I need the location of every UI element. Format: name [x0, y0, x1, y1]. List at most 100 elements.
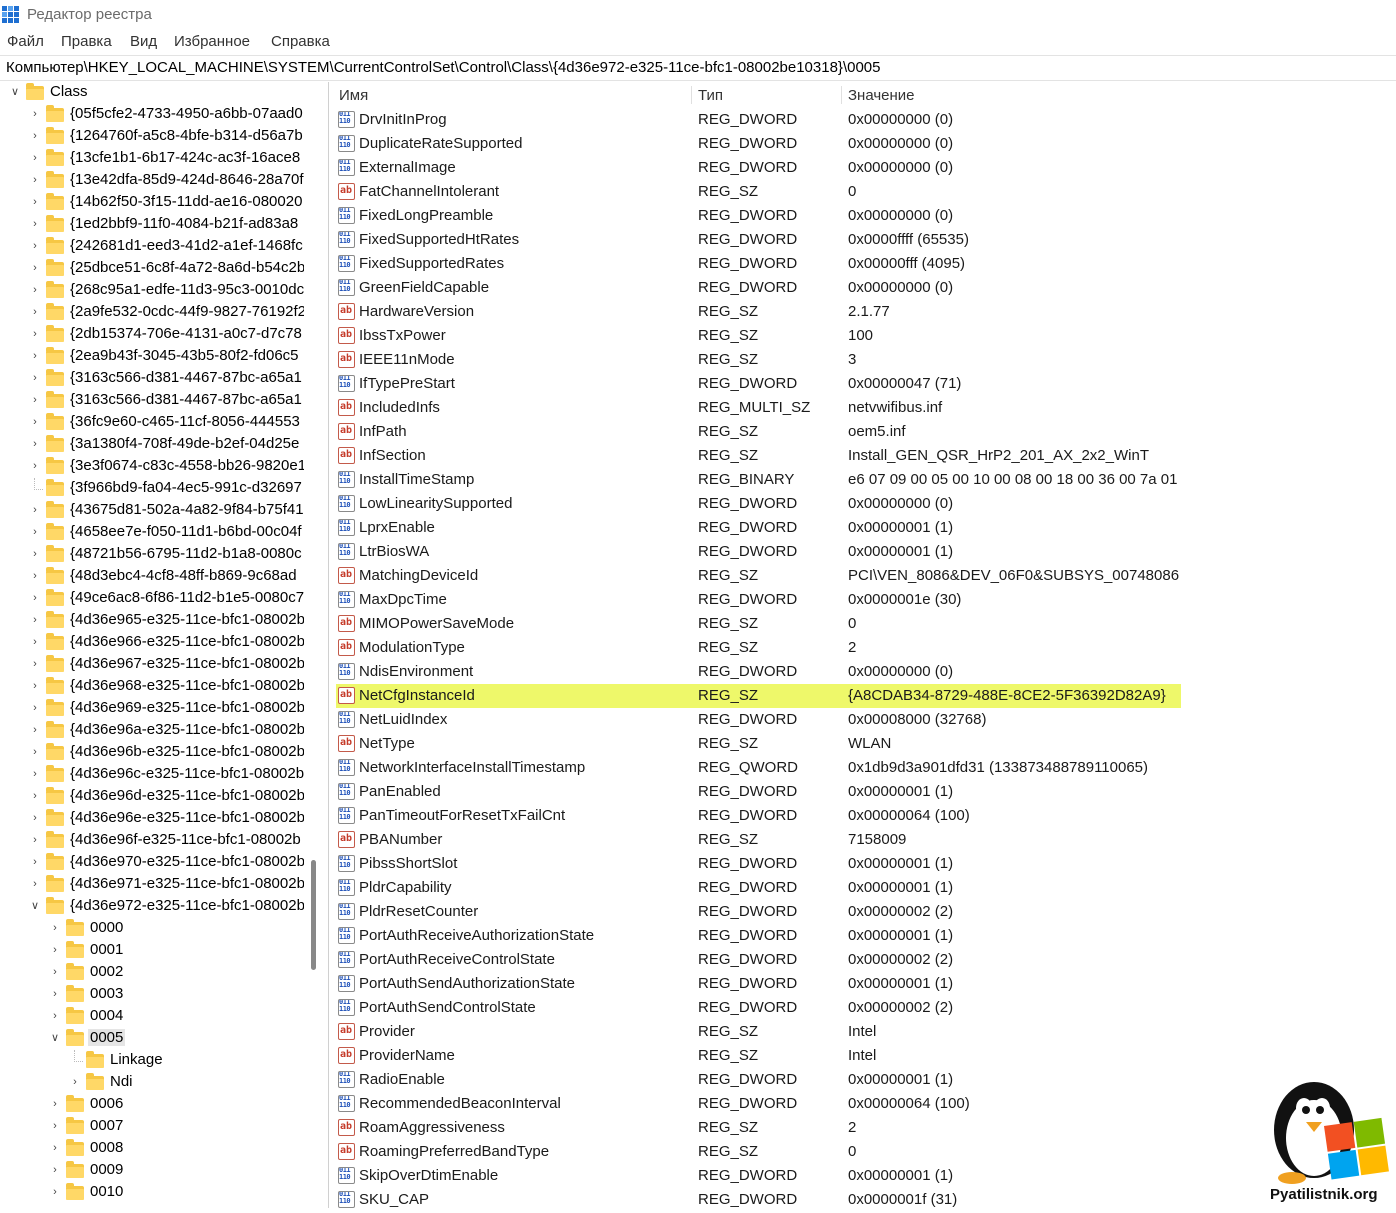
value-row[interactable]: 011 110 NdisEnvironment REG_DWORD 0x0000000…: [330, 660, 1396, 684]
key-tree[interactable]: ∨ Class › {05f5cfe2-4733-4950-a6bb-07aad0 › {…: [0, 82, 304, 1208]
value-row[interactable]: ab ProviderName REG_SZ Intel: [330, 1044, 1396, 1068]
tree-item-label[interactable]: 0010: [88, 1183, 125, 1200]
tree-item-label[interactable]: {25dbce51-6c8f-4a72-8a6d-b54c2b: [68, 259, 304, 276]
value-row[interactable]: 011 110 LowLinearitySupported REG_DWORD 0x0…: [330, 492, 1396, 516]
tree-item-class-guid[interactable]: › {25dbce51-6c8f-4a72-8a6d-b54c2b: [0, 258, 304, 280]
tree-item-class-guid[interactable]: › {4d36e966-e325-11ce-bfc1-08002b: [0, 632, 304, 654]
pane-divider[interactable]: [328, 82, 329, 1208]
chevron-right-icon[interactable]: ›: [28, 129, 42, 143]
tree-item-label[interactable]: {3f966bd9-fa04-4ec5-991c-d32697: [68, 479, 304, 496]
chevron-right-icon[interactable]: ›: [28, 745, 42, 759]
value-row[interactable]: 011 110 PanEnabled REG_DWORD 0x00000001 (1): [330, 780, 1396, 804]
value-row[interactable]: 011 110 PldrCapability REG_DWORD 0x00000001…: [330, 876, 1396, 900]
tree-item-label[interactable]: {13e42dfa-85d9-424d-8646-28a70f: [68, 171, 304, 188]
chevron-right-icon[interactable]: ›: [28, 349, 42, 363]
tree-item-label[interactable]: {4d36e96d-e325-11ce-bfc1-08002b: [68, 787, 304, 804]
chevron-right-icon[interactable]: ›: [48, 921, 62, 935]
chevron-right-icon[interactable]: ›: [48, 1097, 62, 1111]
tree-item-label[interactable]: {13cfe1b1-6b17-424c-ac3f-16ace8: [68, 149, 302, 166]
value-row[interactable]: 011 110 LprxEnable REG_DWORD 0x00000001 (1): [330, 516, 1396, 540]
chevron-right-icon[interactable]: ›: [48, 1009, 62, 1023]
tree-item-ndi[interactable]: › Ndi: [0, 1072, 304, 1094]
tree-item-label[interactable]: {4d36e972-e325-11ce-bfc1-08002b: [68, 897, 304, 914]
chevron-right-icon[interactable]: ›: [28, 503, 42, 517]
value-row[interactable]: 011 110 MaxDpcTime REG_DWORD 0x0000001e (30…: [330, 588, 1396, 612]
tree-item-label[interactable]: 0003: [88, 985, 125, 1002]
value-row[interactable]: ab NetType REG_SZ WLAN: [330, 732, 1396, 756]
chevron-right-icon[interactable]: ›: [28, 679, 42, 693]
tree-item-label[interactable]: {4658ee7e-f050-11d1-b6bd-00c04f: [68, 523, 304, 540]
tree-item-label[interactable]: 0000: [88, 919, 125, 936]
tree-item-label[interactable]: {4d36e967-e325-11ce-bfc1-08002b: [68, 655, 304, 672]
tree-item-label[interactable]: 0002: [88, 963, 125, 980]
chevron-right-icon[interactable]: ›: [28, 371, 42, 385]
chevron-right-icon[interactable]: ›: [28, 239, 42, 253]
tree-item-class-guid[interactable]: › {4d36e96a-e325-11ce-bfc1-08002b: [0, 720, 304, 742]
tree-item-label[interactable]: 0001: [88, 941, 125, 958]
tree-item-subkey-0000[interactable]: › 0000: [0, 918, 304, 940]
tree-item-label[interactable]: 0004: [88, 1007, 125, 1024]
tree-item-class-guid[interactable]: › {1264760f-a5c8-4bfe-b314-d56a7b: [0, 126, 304, 148]
tree-item-label[interactable]: {48721b56-6795-11d2-b1a8-0080c: [68, 545, 304, 562]
tree-scrollbar[interactable]: [304, 82, 330, 1208]
value-row[interactable]: 011 110 PortAuthSendControlState REG_DWORD…: [330, 996, 1396, 1020]
tree-item-label[interactable]: {49ce6ac8-6f86-11d2-b1e5-0080c7: [68, 589, 304, 606]
tree-item-class-guid[interactable]: › {2ea9b43f-3045-43b5-80f2-fd06c5: [0, 346, 304, 368]
tree-item-subkey-0010[interactable]: › 0010: [0, 1182, 304, 1204]
value-row[interactable]: 011 110 SkipOverDtimEnable REG_DWORD 0x0000…: [330, 1164, 1396, 1188]
tree-item-class-guid[interactable]: › {268c95a1-edfe-11d3-95c3-0010dc: [0, 280, 304, 302]
tree-item-class-guid[interactable]: › {4d36e96f-e325-11ce-bfc1-08002b: [0, 830, 304, 852]
tree-item-label[interactable]: {14b62f50-3f15-11dd-ae16-080020: [68, 193, 304, 210]
chevron-down-icon[interactable]: ∨: [28, 899, 42, 913]
tree-item-subkey-0002[interactable]: › 0002: [0, 962, 304, 984]
value-row[interactable]: ab PBANumber REG_SZ 7158009: [330, 828, 1396, 852]
tree-item-class-guid[interactable]: ∨ {4d36e972-e325-11ce-bfc1-08002b: [0, 896, 304, 918]
tree-item-subkey-0006[interactable]: › 0006: [0, 1094, 304, 1116]
tree-item-class-guid[interactable]: › {4d36e967-e325-11ce-bfc1-08002b: [0, 654, 304, 676]
chevron-right-icon[interactable]: ›: [28, 151, 42, 165]
chevron-right-icon[interactable]: ›: [28, 613, 42, 627]
tree-item-class-guid[interactable]: › {3163c566-d381-4467-87bc-a65a1: [0, 390, 304, 412]
value-row[interactable]: 011 110 FixedSupportedHtRates REG_DWORD 0x0…: [330, 228, 1396, 252]
tree-item-label[interactable]: {4d36e965-e325-11ce-bfc1-08002b: [68, 611, 304, 628]
tree-item-label[interactable]: {2ea9b43f-3045-43b5-80f2-fd06c5: [68, 347, 301, 364]
tree-item-class-guid[interactable]: › {36fc9e60-c465-11cf-8056-444553: [0, 412, 304, 434]
chevron-right-icon[interactable]: ›: [28, 525, 42, 539]
value-row[interactable]: ab NetCfgInstanceId REG_SZ {A8CDAB34-8729-4…: [330, 684, 1396, 708]
chevron-right-icon[interactable]: ›: [68, 1075, 82, 1089]
tree-item-class-guid[interactable]: › {2a9fe532-0cdc-44f9-9827-76192f2: [0, 302, 304, 324]
chevron-right-icon[interactable]: ›: [48, 1185, 62, 1199]
chevron-down-icon[interactable]: ∨: [8, 85, 22, 99]
tree-item-label[interactable]: 0008: [88, 1139, 125, 1156]
chevron-right-icon[interactable]: ›: [28, 415, 42, 429]
value-row[interactable]: 011 110 DrvInitInProg REG_DWORD 0x00000000 …: [330, 108, 1396, 132]
value-row[interactable]: ab InfPath REG_SZ oem5.inf: [330, 420, 1396, 444]
value-row[interactable]: 011 110 PldrResetCounter REG_DWORD 0x000000…: [330, 900, 1396, 924]
value-row[interactable]: 011 110 FixedLongPreamble REG_DWORD 0x00000…: [330, 204, 1396, 228]
tree-item-label[interactable]: {4d36e96e-e325-11ce-bfc1-08002b: [68, 809, 304, 826]
chevron-right-icon[interactable]: ›: [28, 855, 42, 869]
chevron-down-icon[interactable]: ∨: [48, 1031, 62, 1045]
value-row[interactable]: 011 110 RecommendedBeaconInterval REG_DWOR…: [330, 1092, 1396, 1116]
chevron-right-icon[interactable]: ›: [28, 833, 42, 847]
value-row[interactable]: 011 110 RadioEnable REG_DWORD 0x00000001 (1…: [330, 1068, 1396, 1092]
value-row[interactable]: 011 110 NetworkInterfaceInstallTimestamp R…: [330, 756, 1396, 780]
tree-item-class-guid[interactable]: › {13e42dfa-85d9-424d-8646-28a70f: [0, 170, 304, 192]
chevron-right-icon[interactable]: ›: [28, 107, 42, 121]
value-row[interactable]: 011 110 DuplicateRateSupported REG_DWORD 0x…: [330, 132, 1396, 156]
value-row[interactable]: ab RoamAggressiveness REG_SZ 2: [330, 1116, 1396, 1140]
tree-item-label[interactable]: {3163c566-d381-4467-87bc-a65a1: [68, 369, 304, 386]
chevron-right-icon[interactable]: ›: [28, 591, 42, 605]
value-row[interactable]: ab MIMOPowerSaveMode REG_SZ 0: [330, 612, 1396, 636]
tree-item-label[interactable]: 0006: [88, 1095, 125, 1112]
value-row[interactable]: 011 110 PortAuthSendAuthorizationState REG…: [330, 972, 1396, 996]
tree-item-label[interactable]: {36fc9e60-c465-11cf-8056-444553: [68, 413, 302, 430]
value-row[interactable]: ab Provider REG_SZ Intel: [330, 1020, 1396, 1044]
tree-item-subkey-0008[interactable]: › 0008: [0, 1138, 304, 1160]
tree-item-label[interactable]: {242681d1-eed3-41d2-a1ef-1468fc: [68, 237, 304, 254]
tree-item-label[interactable]: {4d36e969-e325-11ce-bfc1-08002b: [68, 699, 304, 716]
value-row[interactable]: 011 110 GreenFieldCapable REG_DWORD 0x00000…: [330, 276, 1396, 300]
value-row[interactable]: ab ModulationType REG_SZ 2: [330, 636, 1396, 660]
chevron-right-icon[interactable]: ›: [28, 547, 42, 561]
tree-item-subkey-0004[interactable]: › 0004: [0, 1006, 304, 1028]
